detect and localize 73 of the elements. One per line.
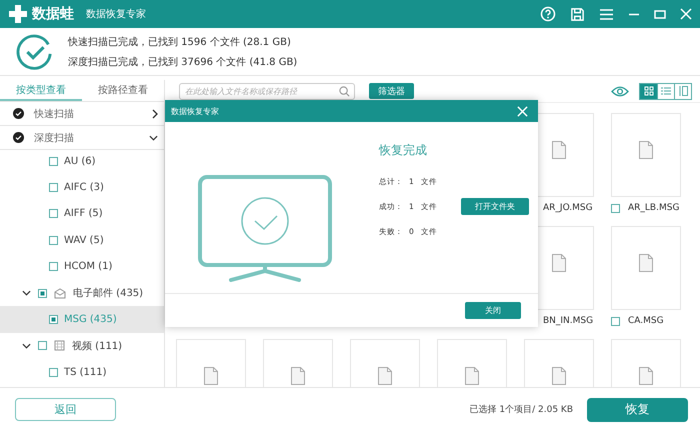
document-icon [639,141,653,159]
envelope-icon [54,288,66,299]
document-icon [378,367,392,385]
eye-icon[interactable] [611,86,629,96]
document-icon [291,367,305,385]
cross-logo-icon [8,4,28,24]
open-folder-button[interactable]: 打开文件夹 [461,198,529,215]
document-icon [465,367,479,385]
tree-item[interactable]: HCOM (1) [0,254,164,280]
checkbox[interactable] [38,288,47,298]
checkbox[interactable] [49,209,58,218]
document-icon [552,367,566,385]
checkbox[interactable] [49,368,58,377]
view-tab[interactable]: 按路径查看 [82,80,164,101]
grid-view-button[interactable] [640,84,657,98]
document-icon [639,367,653,385]
check-badge-icon [13,132,24,143]
checkbox[interactable] [611,204,620,212]
search-field[interactable]: 在此处输入文件名称或保存路径 [179,82,355,100]
file-thumbnail[interactable] [611,226,681,310]
maximize-icon[interactable] [654,8,666,20]
recover-button[interactable]: 恢复 [587,398,688,422]
file-name: AR_LB.MSG [628,203,680,213]
scan-summary-text: 深度扫描已完成，已找到 37696 个文件 (41.8 GB) [68,56,298,68]
tree-item[interactable]: TS (111) [0,359,164,386]
list-icon [661,86,671,96]
save-icon[interactable] [570,6,585,22]
scan-summary-text: 快速扫描已完成，已找到 1596 个文件 (28.1 GB) [68,36,292,48]
checkbox[interactable] [49,315,58,324]
checkbox[interactable] [49,183,58,192]
file-name: BN_IN.MSG [543,316,594,326]
close-icon[interactable] [517,106,528,116]
file-name: AR_JO.MSG [543,203,593,213]
checkbox[interactable] [49,262,58,272]
selection-info: 已选择 1个项目/ 2.05 KB [470,404,573,416]
help-icon[interactable] [540,6,556,22]
checkbox[interactable] [611,316,620,326]
dialog-heading: 恢复完成 [379,142,428,159]
columns-icon [678,86,688,96]
close-button[interactable]: 关闭 [465,302,521,319]
grid-icon [644,86,654,96]
file-name: CA.MSG [628,316,664,326]
document-icon [639,254,653,272]
checkbox[interactable] [38,341,47,350]
close-icon[interactable] [680,8,692,20]
tree-group[interactable]: 视频 (111) [0,332,164,360]
document-icon [552,254,566,272]
menu-icon[interactable] [599,8,614,20]
tree-item[interactable]: AIFF (5) [0,200,164,228]
app-logo: 数据蛙 [32,5,74,23]
scan-row[interactable]: 快速扫描 [0,102,164,126]
scan-row[interactable]: 深度扫描 [0,126,164,150]
view-tab[interactable]: 按类型查看 [0,80,82,101]
chevron-right-icon [152,108,158,118]
checkbox[interactable] [49,156,58,166]
dialog-title: 数据恢复专家 [171,106,219,116]
file-thumbnail[interactable] [611,113,681,197]
tree-group[interactable]: 电子邮件 (435) [0,280,164,306]
window-title: 数据恢复专家 [86,8,146,21]
search-icon [339,86,350,96]
check-circle-icon [16,32,54,70]
tree-item[interactable]: WAV (5) [0,227,164,254]
columns-view-button[interactable] [674,84,691,98]
check-badge-icon [13,108,24,119]
chevron-down-icon [149,134,158,140]
checkbox[interactable] [49,236,58,245]
tree-item[interactable]: AIFC (3) [0,174,164,201]
back-button[interactable]: 返回 [15,398,116,421]
tree-item[interactable]: AU (6) [0,150,164,174]
filter-button[interactable]: 筛选器 [369,83,414,99]
document-icon [552,141,566,159]
list-view-button[interactable] [657,84,674,98]
document-icon [204,367,218,385]
